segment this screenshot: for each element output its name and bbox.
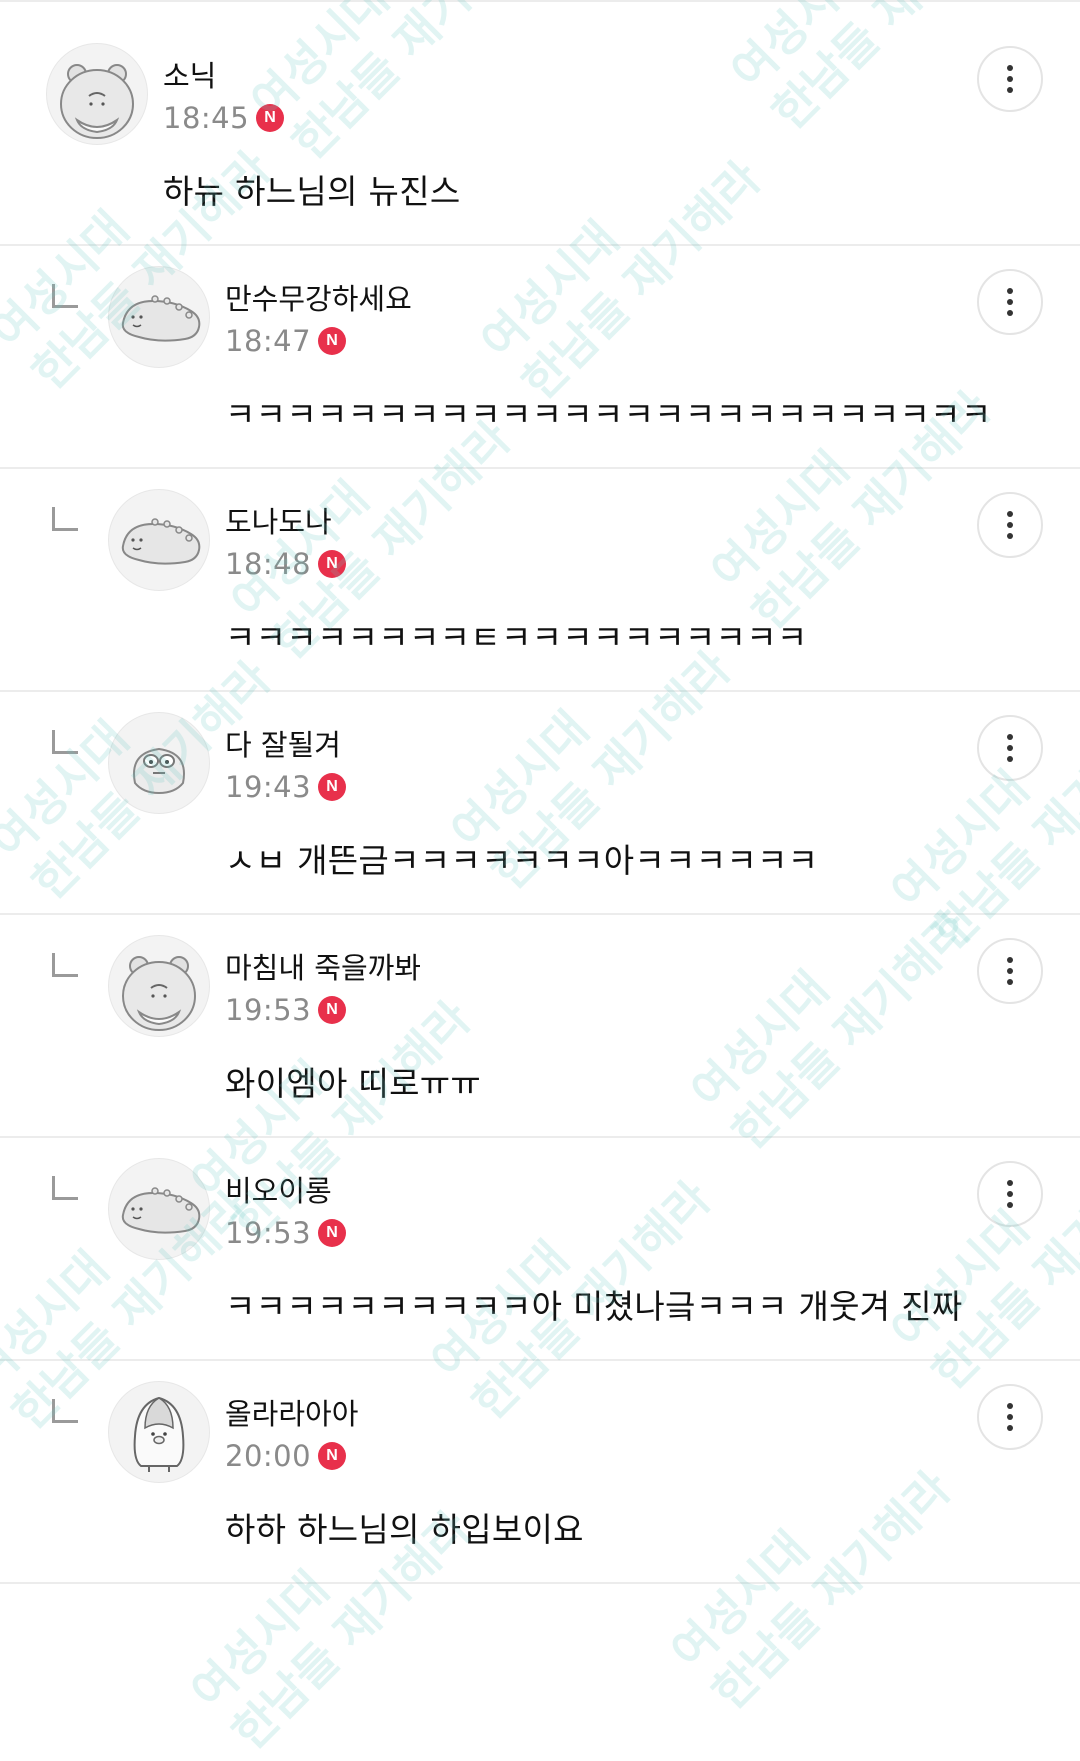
reply-arrow-icon — [52, 284, 78, 308]
comment-text: ㅋㅋㅋㅋㅋㅋㅋㅋㅋㅋㅋㅋㅋㅋㅋㅋㅋㅋㅋㅋㅋㅋㅋㅋㅋ — [225, 395, 992, 434]
new-badge-icon: N — [256, 104, 285, 132]
more-dot-icon — [1007, 65, 1013, 71]
hamster-icon — [47, 44, 147, 144]
comment-text: ㅅㅂ 개뜬금ㅋㅋㅋㅋㅋㅋㅋ아ㅋㅋㅋㅋㅋㅋ — [225, 841, 819, 880]
comment-item: 올라라아아 20:00 N 하하 하느님의 하입보이요 — [0, 1341, 1080, 1584]
dino-icon — [109, 490, 209, 590]
blob-icon — [109, 713, 209, 813]
comment-nickname[interactable]: 소닉 — [163, 53, 216, 95]
comment-nickname[interactable]: 마침내 죽을까봐 — [225, 945, 421, 987]
avatar[interactable] — [108, 1158, 210, 1260]
more-dot-icon — [1007, 957, 1013, 963]
comment-text: 하하 하느님의 하입보이요 — [225, 1510, 584, 1549]
more-dot-icon — [1007, 310, 1013, 316]
comment-time: 18:47 — [225, 324, 312, 358]
comment-text: 하뉴 하느님의 뉴진스 — [163, 172, 461, 211]
more-dot-icon — [1007, 1191, 1013, 1197]
more-dot-icon — [1007, 76, 1013, 82]
more-dot-icon — [1007, 522, 1013, 528]
new-badge-icon: N — [318, 327, 347, 355]
new-badge-icon: N — [318, 773, 347, 801]
reply-arrow-icon — [52, 953, 78, 977]
new-badge-icon: N — [318, 550, 347, 578]
comment-nickname[interactable]: 만수무강하세요 — [225, 276, 412, 318]
avatar[interactable] — [108, 489, 210, 591]
avatar[interactable] — [46, 43, 148, 145]
more-options-button[interactable] — [977, 938, 1043, 1004]
new-badge-icon: N — [318, 996, 347, 1024]
comment-nickname[interactable]: 올라라아아 — [225, 1391, 358, 1433]
comment-meta: 18:47 N — [225, 324, 347, 358]
reply-arrow-icon — [52, 1176, 78, 1200]
comment-item: 소닉 18:45 N 하뉴 하느님의 뉴진스 — [0, 3, 1080, 246]
more-dot-icon — [1007, 734, 1013, 740]
more-dot-icon — [1007, 745, 1013, 751]
more-options-button[interactable] — [977, 1161, 1043, 1227]
more-dot-icon — [1007, 288, 1013, 294]
comment-meta: 18:48 N — [225, 547, 347, 581]
comment-time: 18:48 — [225, 547, 312, 581]
more-dot-icon — [1007, 1403, 1013, 1409]
dino-icon — [109, 1159, 209, 1259]
reply-arrow-icon — [52, 730, 78, 754]
comment-nickname[interactable]: 비오이롱 — [225, 1168, 332, 1210]
more-dot-icon — [1007, 1180, 1013, 1186]
comment-time: 19:53 — [225, 993, 312, 1027]
comment-item: 만수무강하세요 18:47 N ㅋㅋㅋㅋㅋㅋㅋㅋㅋㅋㅋㅋㅋㅋㅋㅋㅋㅋㅋㅋㅋㅋㅋㅋㅋ — [0, 226, 1080, 469]
reply-arrow-icon — [52, 1399, 78, 1423]
comment-meta: 19:43 N — [225, 770, 347, 804]
avatar[interactable] — [108, 712, 210, 814]
comment-text: ㅋㅋㅋㅋㅋㅋㅋㅋㅌㅋㅋㅋㅋㅋㅋㅋㅋㅋㅋ — [225, 618, 808, 657]
comment-time: 19:43 — [225, 770, 312, 804]
comment-time: 18:45 — [163, 101, 250, 135]
reply-arrow-icon — [52, 507, 78, 531]
avatar[interactable] — [108, 1381, 210, 1483]
comment-time: 20:00 — [225, 1439, 312, 1473]
comment-item: 다 잘될겨 19:43 N ㅅㅂ 개뜬금ㅋㅋㅋㅋㅋㅋㅋ아ㅋㅋㅋㅋㅋㅋ — [0, 672, 1080, 915]
comment-time: 19:53 — [225, 1216, 312, 1250]
comment-text: 와이엠아 띠로ㅠㅠ — [225, 1064, 482, 1103]
comment-item: 비오이롱 19:53 N ㅋㅋㅋㅋㅋㅋㅋㅋㅋㅋ아 미쳤나긐ㅋㅋㅋ 개웃겨 진짜 — [0, 1118, 1080, 1361]
new-badge-icon: N — [318, 1442, 347, 1470]
more-options-button[interactable] — [977, 1384, 1043, 1450]
more-dot-icon — [1007, 979, 1013, 985]
more-options-button[interactable] — [977, 269, 1043, 335]
more-dot-icon — [1007, 1425, 1013, 1431]
more-dot-icon — [1007, 299, 1013, 305]
more-dot-icon — [1007, 533, 1013, 539]
comment-meta: 19:53 N — [225, 993, 347, 1027]
comment-item: 도나도나 18:48 N ㅋㅋㅋㅋㅋㅋㅋㅋㅌㅋㅋㅋㅋㅋㅋㅋㅋㅋㅋ — [0, 449, 1080, 692]
more-options-button[interactable] — [977, 46, 1043, 112]
comment-item: 마침내 죽을까봐 19:53 N 와이엠아 띠로ㅠㅠ — [0, 895, 1080, 1138]
more-dot-icon — [1007, 968, 1013, 974]
penguin-icon — [109, 1382, 209, 1482]
comment-nickname[interactable]: 도나도나 — [225, 499, 332, 541]
more-options-button[interactable] — [977, 715, 1043, 781]
more-options-button[interactable] — [977, 492, 1043, 558]
comment-meta: 18:45 N — [163, 101, 285, 135]
comment-text: ㅋㅋㅋㅋㅋㅋㅋㅋㅋㅋ아 미쳤나긐ㅋㅋㅋ 개웃겨 진짜 — [225, 1287, 963, 1326]
more-dot-icon — [1007, 756, 1013, 762]
more-dot-icon — [1007, 511, 1013, 517]
hamster-icon — [109, 936, 209, 1036]
avatar[interactable] — [108, 935, 210, 1037]
comment-meta: 19:53 N — [225, 1216, 347, 1250]
more-dot-icon — [1007, 1202, 1013, 1208]
comment-meta: 20:00 N — [225, 1439, 347, 1473]
avatar[interactable] — [108, 266, 210, 368]
dino-icon — [109, 267, 209, 367]
comment-nickname[interactable]: 다 잘될겨 — [225, 722, 341, 764]
new-badge-icon: N — [318, 1219, 347, 1247]
more-dot-icon — [1007, 87, 1013, 93]
top-divider — [0, 0, 1080, 2]
more-dot-icon — [1007, 1414, 1013, 1420]
